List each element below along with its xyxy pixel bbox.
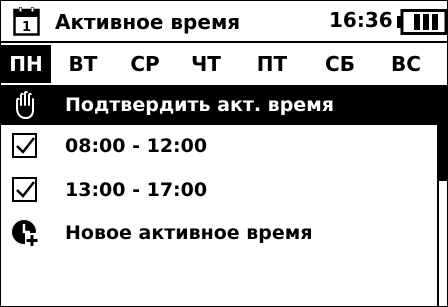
list-item-label: Новое активное время [65,222,313,244]
list-item-label: Подтвердить акт. время [65,94,334,116]
checkbox-checked-icon[interactable] [11,176,39,204]
day-tabs: ПН ВТ СР ЧТ ПТ СБ ВС [1,45,447,83]
page-title: Активное время [55,10,241,34]
tab-sunday[interactable]: ВС [383,45,429,83]
calendar-icon: 1 [13,7,40,36]
hand-icon [16,91,34,119]
time-range-item[interactable]: 13:00 - 17:00 [1,170,437,210]
new-active-time-item[interactable]: Новое активное время [1,213,437,253]
battery-icon [397,9,447,35]
list-item-label: 08:00 - 12:00 [65,135,208,157]
header: 1 Активное время 16:36 [1,1,447,43]
time-list: Подтвердить акт. время 08:00 - 12:00 13:… [1,85,447,306]
list-item-label: 13:00 - 17:00 [65,179,208,201]
tab-monday[interactable]: ПН [1,45,51,83]
tab-saturday[interactable]: СБ [317,45,363,83]
tab-friday[interactable]: ПТ [249,45,295,83]
tab-thursday[interactable]: ЧТ [183,45,229,83]
confirm-active-time-item[interactable]: Подтвердить акт. время [1,85,437,125]
checkbox-checked-icon[interactable] [11,132,39,160]
tab-tuesday[interactable]: ВТ [60,45,106,83]
scrollbar-thumb[interactable] [439,85,447,181]
add-clock-icon [12,220,39,247]
active-time-screen: 1 Активное время 16:36 ПН ВТ СР ЧТ ПТ СБ… [0,0,448,307]
clock: 16:36 [329,8,393,32]
time-range-item[interactable]: 08:00 - 12:00 [1,126,437,166]
scrollbar[interactable] [437,85,447,306]
calendar-day: 1 [22,20,31,35]
tab-wednesday[interactable]: СР [122,45,168,83]
